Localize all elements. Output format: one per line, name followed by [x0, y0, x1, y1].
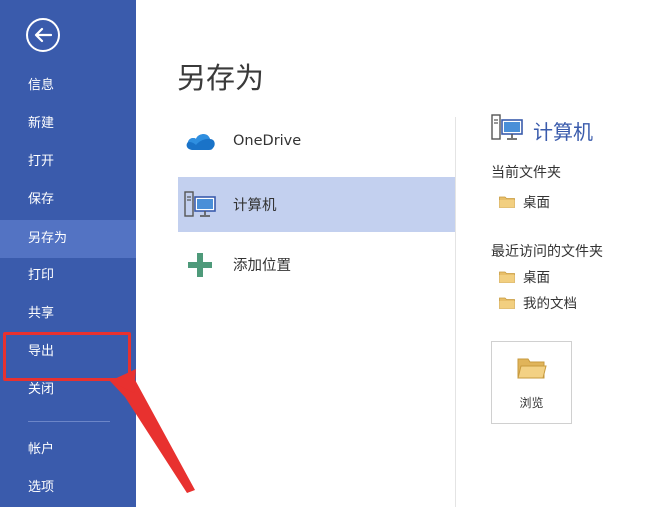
- current-folder-heading: 当前文件夹: [491, 165, 561, 181]
- cloud-icon: [184, 125, 216, 157]
- right-panel-header: 计算机: [491, 113, 593, 147]
- folder-label: 桌面: [523, 270, 550, 286]
- browse-button[interactable]: 浏览: [491, 341, 572, 424]
- export-highlight-box: [3, 332, 131, 381]
- folder-icon: [499, 195, 515, 208]
- recent-folder-desktop[interactable]: 桌面: [499, 265, 550, 287]
- computer-icon: [184, 189, 216, 221]
- location-label: 添加位置: [233, 258, 291, 274]
- recent-folders-heading: 最近访问的文件夹: [491, 244, 603, 260]
- panel-divider: [455, 117, 456, 507]
- folder-label: 我的文档: [523, 296, 577, 312]
- nav-item-save[interactable]: 保存: [0, 181, 136, 219]
- page-title: 另存为: [177, 61, 265, 95]
- computer-icon: [491, 113, 523, 147]
- right-panel-title: 计算机: [533, 119, 593, 144]
- open-folder-icon: [516, 356, 547, 384]
- nav-item-save-as[interactable]: 另存为: [0, 220, 136, 258]
- nav-item-options[interactable]: 选项: [0, 469, 136, 507]
- current-folder-desktop[interactable]: 桌面: [499, 190, 550, 212]
- folder-icon: [499, 296, 515, 309]
- location-computer[interactable]: 计算机: [178, 177, 455, 232]
- backstage-sidebar: 信息 新建 打开 保存 另存为 打印 共享 导出 关闭 帐户 选项: [0, 0, 136, 507]
- back-button[interactable]: [26, 18, 60, 52]
- nav-item-print[interactable]: 打印: [0, 257, 136, 295]
- location-onedrive[interactable]: OneDrive: [178, 113, 455, 168]
- folder-label: 桌面: [523, 195, 550, 211]
- nav-divider: [28, 421, 110, 422]
- nav-item-account[interactable]: 帐户: [0, 431, 136, 469]
- location-label: OneDrive: [233, 132, 302, 149]
- nav-item-new[interactable]: 新建: [0, 105, 136, 143]
- nav-item-open[interactable]: 打开: [0, 143, 136, 181]
- folder-icon: [499, 270, 515, 283]
- recent-folder-documents[interactable]: 我的文档: [499, 291, 577, 313]
- nav-item-info[interactable]: 信息: [0, 67, 136, 105]
- back-arrow-icon: [34, 27, 52, 43]
- browse-label: 浏览: [519, 396, 544, 410]
- nav-item-share[interactable]: 共享: [0, 295, 136, 333]
- plus-icon: [184, 249, 216, 281]
- location-add-place[interactable]: 添加位置: [178, 237, 455, 292]
- location-label: 计算机: [233, 198, 277, 214]
